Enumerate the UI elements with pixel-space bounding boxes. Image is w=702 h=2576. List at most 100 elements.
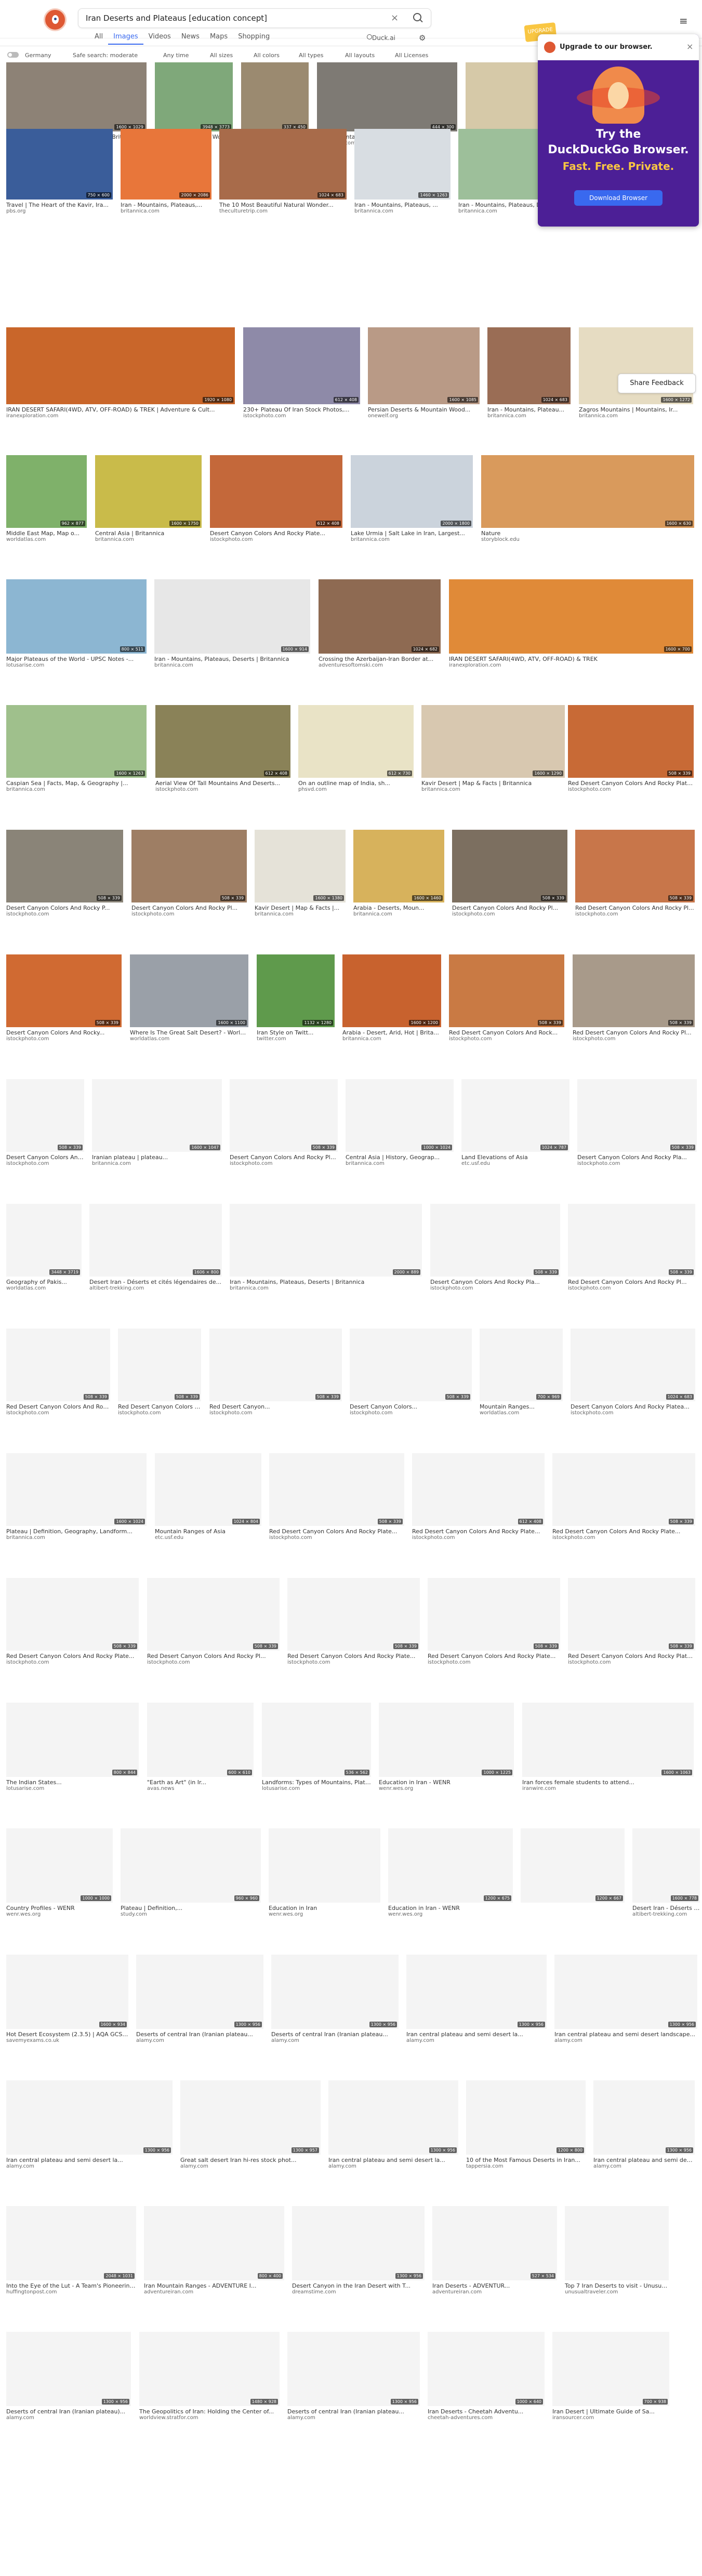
result-source[interactable]: istockphoto.com [243, 413, 360, 419]
result-source[interactable]: iransourcer.com [552, 2415, 669, 2421]
result-source[interactable]: storyblock.edu [481, 537, 694, 542]
region-toggle[interactable] [7, 52, 19, 58]
result-source[interactable]: worldatlas.com [480, 1410, 563, 1416]
result-thumbnail[interactable]: 1300 × 956 [406, 1955, 547, 2029]
result-thumbnail[interactable]: 1300 × 956 [6, 2332, 131, 2406]
result-title[interactable]: Red Desert Canyon Colors And Rocky Plate… [428, 1653, 560, 1659]
result-title[interactable]: Major Plateaus of the World - UPSC Notes… [6, 656, 147, 662]
result-thumbnail[interactable]: 612 × 730 [298, 705, 414, 778]
result-thumbnail[interactable]: 1300 × 956 [287, 2332, 420, 2406]
result-thumbnail[interactable]: 1024 × 683 [219, 129, 347, 200]
result-thumbnail[interactable]: 1600 × 1263 [6, 705, 147, 778]
result-source[interactable]: istockphoto.com [428, 1659, 560, 1665]
result-source[interactable]: worldatlas.com [130, 1036, 248, 1042]
result-title[interactable]: Middle East Map, Map o... [6, 530, 87, 537]
result-title[interactable]: Desert Iran - Déserts et cités légendair… [632, 1905, 700, 1911]
result-thumbnail[interactable]: 700 × 938 [552, 2332, 669, 2406]
result-source[interactable]: britannica.com [487, 413, 571, 419]
result-title[interactable]: Red Desert Canyon Colors And Rocky Plate… [6, 1653, 139, 1659]
result-title[interactable]: Land Elevations of Asia [461, 1154, 569, 1161]
result-source[interactable]: lotusarise.com [6, 662, 147, 668]
result-source[interactable]: istockphoto.com [6, 1659, 139, 1665]
result-title[interactable]: Desert Canyon Colors And Rocky Plat... [230, 1154, 338, 1161]
result-source[interactable]: istockphoto.com [209, 1410, 342, 1416]
result-source[interactable]: istockphoto.com [155, 787, 290, 792]
result-source[interactable]: worldview.stratfor.com [139, 2415, 280, 2421]
result-title[interactable]: Iran Mountain Ranges - ADVENTURE I... [144, 2282, 284, 2289]
result-title[interactable]: Iran - Mountains, Plateaus, Deserts | Br… [154, 656, 310, 662]
result-thumbnail[interactable]: 1600 × 1085 [368, 327, 480, 404]
result-title[interactable]: Travel | The Heart of the Kavir, Ira... [6, 202, 113, 208]
result-source[interactable]: istockphoto.com [230, 1161, 338, 1166]
result-source[interactable]: istockphoto.com [577, 1161, 697, 1166]
result-title[interactable]: Iran central plateau and semi desert lan… [554, 2031, 697, 2038]
result-thumbnail[interactable]: 612 × 408 [210, 455, 342, 528]
result-title[interactable]: Aerial View Of Tall Mountains And Desert… [155, 780, 290, 787]
result-thumbnail[interactable]: 750 × 600 [6, 129, 113, 200]
result-source[interactable]: istockphoto.com [269, 1535, 404, 1541]
result-source[interactable]: wenr.wes.org [379, 1786, 514, 1791]
result-source[interactable]: alamy.com [6, 2415, 131, 2421]
result-title[interactable]: Country Profiles - WENR [6, 1905, 113, 1911]
result-source[interactable]: lotusarise.com [262, 1786, 371, 1791]
result-source[interactable]: britannica.com [579, 413, 693, 419]
result-title[interactable]: Iran Desert | Ultimate Guide of Sa... [552, 2408, 669, 2415]
result-source[interactable]: istockphoto.com [6, 1161, 84, 1166]
result-thumbnail[interactable]: 1600 × 914 [154, 579, 310, 654]
result-thumbnail[interactable]: 612 × 408 [243, 327, 360, 404]
result-title[interactable]: Desert Canyon Colors And Rocky Pla... [430, 1279, 560, 1285]
result-thumbnail[interactable]: 700 × 969 [480, 1329, 563, 1401]
filter-layouts[interactable]: All layouts [345, 52, 375, 59]
result-source[interactable]: istockphoto.com [210, 537, 342, 542]
result-thumbnail[interactable]: 1606 × 800 [89, 1204, 222, 1277]
result-source[interactable]: alamy.com [136, 2038, 263, 2043]
result-title[interactable]: Kavir Desert | Map & Facts |... [255, 905, 346, 911]
result-source[interactable]: istockphoto.com [573, 1036, 695, 1042]
result-title[interactable]: Crossing the Azerbaijan-Iran Border at..… [319, 656, 441, 662]
result-source[interactable]: britannica.com [353, 911, 444, 917]
result-source[interactable]: istockphoto.com [131, 911, 247, 917]
result-thumbnail[interactable]: 508 × 339 [6, 1329, 110, 1401]
result-thumbnail[interactable]: 1600 × 1063 [522, 1703, 694, 1777]
result-thumbnail[interactable]: 2000 × 889 [230, 1204, 422, 1277]
result-title[interactable]: Desert Canyon in the Iran Desert with T.… [292, 2282, 425, 2289]
result-thumbnail[interactable]: 508 × 339 [6, 1578, 139, 1651]
result-source[interactable]: britannica.com [95, 537, 202, 542]
result-title[interactable]: Iran Deserts - Cheetah Adventu... [428, 2408, 545, 2415]
result-thumbnail[interactable]: 1480 × 928 [139, 2332, 280, 2406]
result-title[interactable]: Kavir Desert | Map & Facts | Britannica [421, 780, 565, 787]
result-source[interactable]: istockphoto.com [412, 1535, 545, 1541]
result-title[interactable]: Iran central plateau and semi desert la.… [6, 2157, 173, 2163]
menu-icon[interactable]: ≡ [679, 15, 688, 27]
result-title[interactable]: Education in Iran - WENR [379, 1779, 514, 1786]
result-title[interactable]: Deserts of central Iran (Iranian plateau… [136, 2031, 263, 2038]
result-thumbnail[interactable]: 1200 × 667 [521, 1828, 625, 1903]
result-source[interactable]: istockphoto.com [452, 911, 567, 917]
result-title[interactable]: Red Desert Canyon Colors And Rocky Plate… [568, 780, 694, 787]
result-thumbnail[interactable]: 2048 × 1031 [6, 2206, 136, 2280]
result-title[interactable]: Mountain Ranges of Asia [155, 1528, 261, 1535]
result-thumbnail[interactable]: 3448 × 3719 [6, 1204, 82, 1277]
result-source[interactable]: alamy.com [6, 2163, 173, 2169]
result-thumbnail[interactable]: 508 × 339 [577, 1079, 697, 1152]
filter-licenses[interactable]: All Licenses [395, 52, 428, 59]
result-source[interactable]: iranexploration.com [6, 413, 235, 419]
result-title[interactable]: Desert Canyon Colors And Rocky Plat... [6, 1154, 84, 1161]
result-thumbnail[interactable]: 1600 × 1290 [421, 705, 565, 778]
filter-safe-search[interactable]: Safe search: moderate [73, 52, 138, 59]
result-title[interactable]: Central Asia | Britannica [95, 530, 202, 537]
result-source[interactable]: cheetah-adventures.com [428, 2415, 545, 2421]
result-thumbnail[interactable]: 1000 × 1024 [346, 1079, 454, 1152]
result-title[interactable]: Central Asia | History, Geograp... [346, 1154, 454, 1161]
result-source[interactable]: britannica.com [342, 1036, 441, 1042]
result-source[interactable]: savemyexams.co.uk [6, 2038, 128, 2043]
result-title[interactable]: Deserts of central Iran (Iranian plateau… [6, 2408, 131, 2415]
result-title[interactable]: Iran - Mountains, Plateaus, ... [354, 202, 451, 208]
result-thumbnail[interactable]: 1024 × 804 [155, 1453, 261, 1526]
result-source[interactable]: britannica.com [6, 787, 147, 792]
result-source[interactable]: istockphoto.com [552, 1535, 695, 1541]
result-title[interactable]: Iran forces female students to attend... [522, 1779, 694, 1786]
result-source[interactable]: alamy.com [271, 2038, 399, 2043]
result-thumbnail[interactable] [565, 2206, 669, 2280]
result-title[interactable]: Hot Desert Ecosystem (2.3.5) | AQA GCSE … [6, 2031, 128, 2038]
